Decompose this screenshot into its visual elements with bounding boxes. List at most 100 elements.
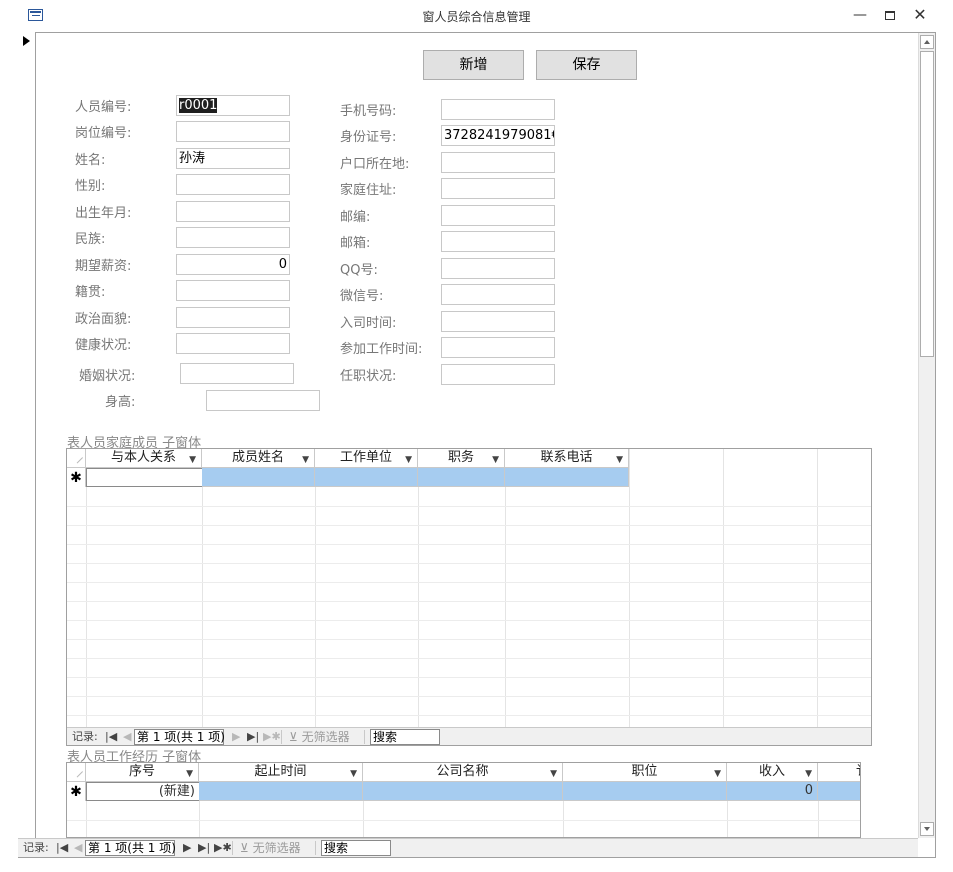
- select-all-corner[interactable]: [67, 449, 86, 468]
- gender-label: 性别:: [75, 179, 106, 194]
- email-field[interactable]: [441, 231, 555, 252]
- next-record-icon[interactable]: ▶: [232, 729, 240, 745]
- dropdown-arrow-icon: ▼: [550, 769, 557, 779]
- column-header-company[interactable]: 公司名称 ▼: [363, 763, 563, 782]
- employee-id-value: r0001: [179, 98, 218, 113]
- scroll-down-icon[interactable]: [920, 822, 934, 836]
- employment-status-field[interactable]: [441, 364, 555, 385]
- record-position-box[interactable]: 第 1 项(共 1 项): [134, 729, 225, 745]
- column-header-truncated[interactable]: 讠: [818, 763, 860, 782]
- birth-date-label: 出生年月:: [75, 206, 132, 221]
- close-button[interactable]: ✕: [905, 4, 935, 26]
- dropdown-arrow-icon: ▼: [405, 455, 412, 465]
- dropdown-arrow-icon: ▼: [492, 455, 499, 465]
- wechat-field[interactable]: [441, 284, 555, 305]
- maximize-button[interactable]: [875, 4, 905, 26]
- postcode-field[interactable]: [441, 205, 555, 226]
- previous-record-icon[interactable]: ◀: [74, 840, 82, 856]
- work-start-date-field[interactable]: [441, 337, 555, 358]
- id-card-label: 身份证号:: [340, 130, 397, 145]
- new-row-relationship-cell[interactable]: [86, 468, 203, 487]
- mobile-field[interactable]: [441, 99, 555, 120]
- scroll-up-icon[interactable]: [920, 35, 934, 49]
- position-id-field[interactable]: [176, 121, 290, 142]
- column-header-phone[interactable]: 联系电话 ▼: [505, 449, 629, 468]
- first-record-icon[interactable]: |◀: [56, 840, 68, 856]
- dropdown-arrow-icon: ▼: [714, 769, 721, 779]
- position-id-label: 岗位编号:: [75, 126, 132, 141]
- column-header-seq[interactable]: 序号 ▼: [86, 763, 199, 782]
- column-header-income[interactable]: 收入 ▼: [727, 763, 818, 782]
- family-subform: 与本人关系 ▼ 成员姓名 ▼ 工作单位 ▼ 职务 ▼ 联系电话 ▼ ✱ 记录: |◀ ◀ …: [66, 448, 872, 746]
- column-header-workplace[interactable]: 工作单位 ▼: [315, 449, 418, 468]
- column-header-period[interactable]: 起止时间 ▼: [199, 763, 363, 782]
- household-registration-field[interactable]: [441, 152, 555, 173]
- column-header-relationship[interactable]: 与本人关系 ▼: [86, 449, 202, 468]
- new-row-duty-cell[interactable]: [418, 468, 505, 487]
- qq-label: QQ号:: [340, 263, 378, 278]
- id-card-field[interactable]: 3728241979081€: [441, 125, 555, 146]
- column-header-position[interactable]: 职位 ▼: [563, 763, 727, 782]
- next-record-icon[interactable]: ▶: [183, 840, 191, 856]
- select-all-corner[interactable]: [67, 763, 86, 782]
- employee-id-field[interactable]: r0001: [176, 95, 290, 116]
- new-record-nav-icon[interactable]: ▶✱: [263, 729, 281, 745]
- employee-id-label: 人员编号:: [75, 100, 132, 115]
- gender-field[interactable]: [176, 174, 290, 195]
- political-status-label: 政治面貌:: [75, 312, 132, 327]
- record-selector[interactable]: [18, 32, 36, 838]
- new-record-nav-icon[interactable]: ▶✱: [214, 840, 232, 856]
- political-status-field[interactable]: [176, 307, 290, 328]
- qq-field[interactable]: [441, 258, 555, 279]
- last-record-icon[interactable]: ▶|: [247, 729, 259, 745]
- no-filter-button[interactable]: ⊻ 无筛选器: [240, 840, 301, 856]
- work-start-date-label: 参加工作时间:: [340, 342, 423, 357]
- new-row-phone-cell[interactable]: [505, 468, 629, 487]
- new-row-member-name-cell[interactable]: [202, 468, 315, 487]
- search-input[interactable]: 搜索: [370, 729, 440, 745]
- new-row-workplace-cell[interactable]: [315, 468, 418, 487]
- record-label: 记录:: [72, 730, 98, 743]
- new-row-seq-cell[interactable]: (新建): [86, 782, 200, 801]
- vertical-scrollbar[interactable]: [918, 33, 935, 838]
- ethnicity-label: 民族:: [75, 232, 106, 247]
- height-field[interactable]: [206, 390, 320, 411]
- join-date-label: 入司时间:: [340, 316, 397, 331]
- join-date-field[interactable]: [441, 311, 555, 332]
- wechat-label: 微信号:: [340, 289, 384, 304]
- last-record-icon[interactable]: ▶|: [198, 840, 210, 856]
- add-button[interactable]: 新增: [423, 50, 524, 80]
- expected-salary-field[interactable]: 0: [176, 254, 290, 275]
- new-row-position-cell[interactable]: [563, 782, 727, 801]
- marital-status-label: 婚姻状况:: [79, 369, 136, 384]
- first-record-icon[interactable]: |◀: [105, 729, 117, 745]
- previous-record-icon[interactable]: ◀: [123, 729, 131, 745]
- dropdown-arrow-icon: ▼: [350, 769, 357, 779]
- postcode-label: 邮编:: [340, 210, 371, 225]
- new-row-company-cell[interactable]: [363, 782, 563, 801]
- record-label: 记录:: [23, 841, 49, 854]
- email-label: 邮箱:: [340, 236, 371, 251]
- new-row-income-cell[interactable]: 0: [727, 782, 818, 801]
- new-row-truncated-cell[interactable]: [818, 782, 860, 801]
- marital-status-field[interactable]: [180, 363, 294, 384]
- home-address-field[interactable]: [441, 178, 555, 199]
- search-input[interactable]: 搜索: [321, 840, 391, 856]
- no-filter-button[interactable]: ⊻ 无筛选器: [289, 729, 350, 745]
- save-button[interactable]: 保存: [536, 50, 637, 80]
- expected-salary-label: 期望薪资:: [75, 259, 132, 274]
- column-header-duty[interactable]: 职务 ▼: [418, 449, 505, 468]
- native-place-field[interactable]: [176, 280, 290, 301]
- new-row-period-cell[interactable]: [199, 782, 363, 801]
- ethnicity-field[interactable]: [176, 227, 290, 248]
- scroll-thumb[interactable]: [920, 51, 934, 357]
- filter-icon: ⊻: [240, 841, 249, 855]
- health-status-field[interactable]: [176, 333, 290, 354]
- dropdown-arrow-icon: ▼: [616, 455, 623, 465]
- name-field[interactable]: 孙涛: [176, 148, 290, 169]
- birth-date-field[interactable]: [176, 201, 290, 222]
- column-header-member-name[interactable]: 成员姓名 ▼: [202, 449, 315, 468]
- health-status-label: 健康状况:: [75, 338, 132, 353]
- record-position-box[interactable]: 第 1 项(共 1 项): [85, 840, 176, 856]
- minimize-button[interactable]: —: [845, 4, 875, 26]
